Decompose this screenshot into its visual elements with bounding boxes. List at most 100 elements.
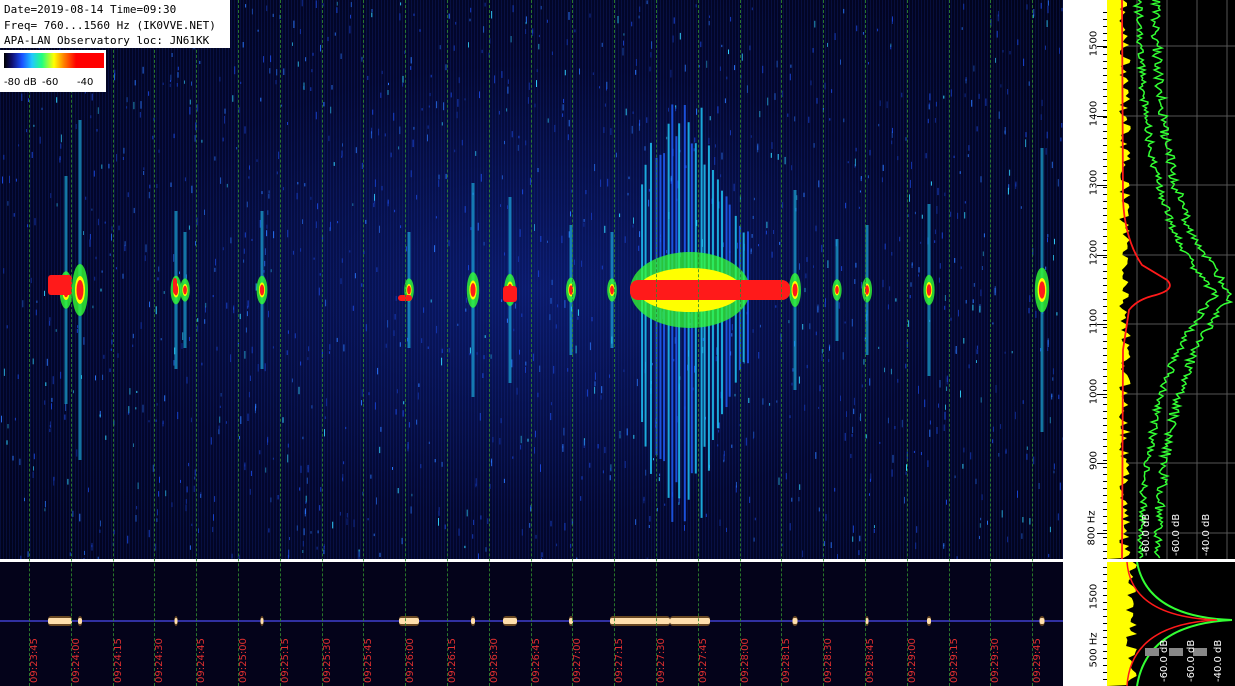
time-label: 09:28:30 [823,638,835,683]
noise-speck [868,62,869,65]
noise-speck [562,104,564,111]
noise-speck [817,306,819,313]
noise-speck [897,156,899,161]
noise-speck [435,216,437,219]
noise-speck [1000,84,1002,88]
noise-speck [534,224,535,231]
noise-speck [148,420,150,423]
noise-speck [341,150,343,157]
noise-speck [473,519,475,525]
noise-speck [1017,39,1019,46]
noise-speck [852,426,854,433]
noise-speck [266,224,268,229]
noise-speck [469,353,471,356]
noise-speck [126,106,128,109]
noise-speck [708,137,710,145]
noise-speck [581,476,583,480]
noise-speck [978,93,980,99]
noise-speck [336,7,338,13]
noise-speck [937,187,939,196]
noise-speck [64,414,66,420]
noise-speck [730,16,732,22]
noise-speck [770,152,772,158]
noise-speck [204,319,206,324]
noise-speck [895,298,897,302]
noise-speck [92,305,94,309]
spectrum-plot [1107,0,1235,559]
noise-speck [3,154,5,160]
noise-speck [992,439,994,444]
noise-speck [367,75,369,80]
noise-speck [963,447,965,453]
noise-speck [1004,127,1006,135]
noise-speck [365,324,367,332]
noise-speck [149,184,151,189]
noise-speck [289,537,290,541]
noise-speck [345,426,347,430]
noise-speck [759,111,761,118]
noise-speck [965,78,967,84]
noise-speck [827,260,829,268]
noise-speck [340,278,342,285]
noise-speck [247,413,249,421]
noise-speck [577,309,579,316]
noise-speck [537,392,539,398]
noise-speck [568,119,570,127]
noise-speck [275,80,277,85]
noise-speck [536,80,537,87]
time-gridline [363,0,365,686]
noise-speck [583,440,585,448]
noise-speck [491,458,493,467]
noise-speck [927,460,929,467]
noise-speck [158,491,160,497]
noise-speck [310,531,312,534]
freq-tick-label: 900 [1088,450,1100,471]
noise-speck [886,101,888,109]
noise-speck [191,185,193,194]
noise-speck [269,68,271,74]
noise-speck [169,80,171,83]
noise-speck [371,12,373,18]
noise-speck [477,222,479,231]
noise-speck [243,259,245,263]
noise-speck [955,349,957,353]
noise-speck [337,221,339,224]
noise-speck [156,518,158,522]
noise-speck [244,351,246,359]
noise-speck [240,416,242,424]
noise-speck [249,375,251,381]
noise-speck [646,117,648,123]
noise-speck [126,97,128,103]
noise-speck [371,9,373,13]
time-label: 09:25:45 [363,638,375,683]
noise-speck [762,65,764,74]
noise-speck [294,333,296,339]
noise-speck [3,368,5,376]
noise-speck [971,99,973,107]
noise-speck [224,115,225,124]
noise-speck [169,83,171,88]
noise-speck [444,524,446,530]
noise-speck [830,542,832,548]
noise-speck [726,76,728,80]
noise-speck [302,219,303,224]
noise-speck [643,498,645,504]
time-label: 09:27:00 [572,638,584,683]
noise-speck [845,202,847,209]
echo-patch [503,286,517,302]
noise-speck [311,405,313,409]
noise-speck [504,252,505,256]
noise-speck [877,28,879,32]
noise-speck [503,478,505,483]
noise-speck [350,2,352,8]
noise-speck [551,51,553,55]
noise-speck [1049,417,1051,424]
noise-speck [137,482,139,490]
time-label: 09:27:15 [614,638,626,683]
noise-speck [749,496,751,503]
noise-speck [1001,510,1003,518]
freq-tick [1097,532,1107,534]
freq-tick-label: 1500 [1088,30,1100,57]
noise-speck [343,344,345,352]
noise-speck [19,458,21,466]
